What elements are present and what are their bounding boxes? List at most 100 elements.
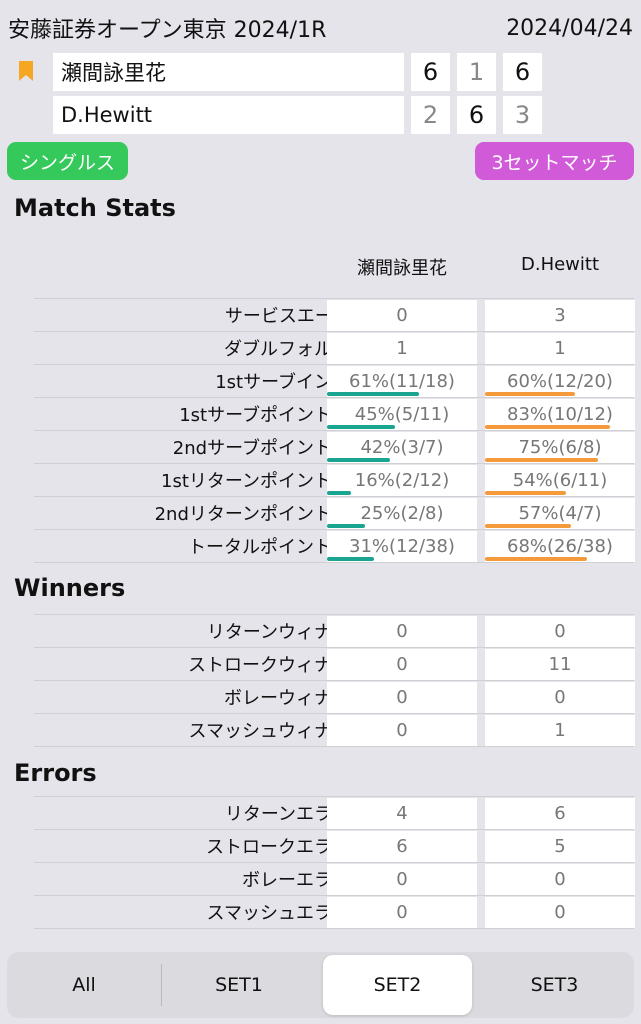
tab-set3[interactable]: SET3: [478, 955, 631, 1015]
player2-rate-bar: [485, 458, 598, 462]
stat-value-text: 68%(26/38): [507, 536, 613, 557]
player1-stat-value: 16%(2/12): [327, 465, 477, 496]
player1-rate-bar: [327, 458, 390, 462]
stat-value-text: 60%(12/20): [507, 371, 613, 392]
stat-value-text: 11: [548, 654, 572, 675]
set-tab-bar: All SET1 SET2 SET3: [7, 952, 634, 1018]
tournament-title: 安藤証券オープン東京 2024/1R: [8, 18, 327, 43]
set-score: 1: [457, 53, 496, 91]
player1-stat-value: 1: [327, 333, 477, 364]
player2-stat-value: 83%(10/12): [485, 399, 635, 430]
stat-value-text: 6: [396, 836, 408, 857]
stat-label: ストロークウィナー: [188, 655, 350, 676]
table-divider: [34, 746, 634, 747]
stat-row: リターンエラー 4 6: [34, 796, 635, 829]
player2-rate-bar: [485, 491, 566, 495]
stat-value-text: 5: [554, 836, 566, 857]
match-header: 安藤証券オープン東京 2024/1R 2024/04/24: [8, 10, 633, 46]
stat-value-text: 45%(5/11): [354, 404, 450, 425]
set-score: 6: [411, 53, 450, 91]
player1-stat-value: 0: [327, 715, 477, 746]
section-title-winners: Winners: [14, 574, 126, 602]
stat-value-text: 61%(11/18): [349, 371, 455, 392]
tab-all[interactable]: All: [10, 955, 158, 1015]
set-score: 3: [503, 96, 542, 134]
table-divider: [34, 928, 634, 929]
set-score: 6: [503, 53, 542, 91]
stat-value-text: 6: [554, 803, 566, 824]
player1-rate-bar: [327, 392, 419, 396]
stat-row: 2ndリターンポイント率 25%(2/8) 57%(4/7): [34, 496, 635, 529]
player1-stat-value: 45%(5/11): [327, 399, 477, 430]
stat-value-text: 0: [396, 720, 408, 741]
stat-value-text: 0: [396, 869, 408, 890]
player2-stat-value: 1: [485, 333, 635, 364]
player1-stat-value: 0: [327, 616, 477, 647]
tab-set2[interactable]: SET2: [323, 955, 472, 1015]
player2-stat-value: 0: [485, 897, 635, 928]
stat-value-text: 0: [396, 687, 408, 708]
stat-row: 1stサーブポイント率 45%(5/11) 83%(10/12): [34, 397, 635, 430]
player2-rate-bar: [485, 425, 610, 429]
player2-stat-value: 0: [485, 682, 635, 713]
player2-stat-value: 3: [485, 300, 635, 331]
player1-rate-bar: [327, 524, 365, 528]
stat-row: ストロークエラー 6 5: [34, 829, 635, 862]
tab-divider: [161, 964, 162, 1006]
table-divider: [34, 562, 634, 563]
stat-label: 1stサーブポイント率: [179, 405, 350, 426]
stat-row: サービスエース 0 3: [34, 298, 635, 331]
player1-rate-bar: [327, 425, 395, 429]
stat-value-text: 16%(2/12): [354, 470, 450, 491]
player1-stat-value: 0: [327, 682, 477, 713]
set-score: 2: [411, 96, 450, 134]
stat-label: トータルポイント率: [188, 537, 350, 558]
stat-row: 2ndサーブポイント率 42%(3/7) 75%(6/8): [34, 430, 635, 463]
player1-stat-value: 42%(3/7): [327, 432, 477, 463]
stat-value-text: 1: [396, 338, 408, 359]
stat-value-text: 0: [396, 305, 408, 326]
stat-row: 1stリターンポイント率 16%(2/12) 54%(6/11): [34, 463, 635, 496]
player1-stat-value: 0: [327, 897, 477, 928]
stat-value-text: 0: [554, 621, 566, 642]
stat-label: 2ndサーブポイント率: [172, 438, 350, 459]
player2-stat-value: 68%(26/38): [485, 531, 635, 562]
match-format-badge: 3セットマッチ: [475, 142, 634, 180]
player1-rate-bar: [327, 557, 374, 561]
stat-row: ダブルフォルト 1 1: [34, 331, 635, 364]
player2-stat-value: 1: [485, 715, 635, 746]
player-name: 瀬間詠里花: [53, 53, 404, 91]
section-title-match-stats: Match Stats: [14, 194, 176, 222]
singles-badge: シングルス: [7, 142, 128, 180]
tab-set1[interactable]: SET1: [164, 955, 314, 1015]
player1-rate-bar: [327, 491, 351, 495]
stat-value-text: 0: [554, 687, 566, 708]
stat-value-text: 1: [554, 720, 566, 741]
stat-row: スマッシュエラー 0 0: [34, 895, 635, 928]
player1-stat-value: 0: [327, 864, 477, 895]
stat-row: ストロークウィナー 0 11: [34, 647, 635, 680]
stat-value-text: 1: [554, 338, 566, 359]
set-score: 6: [457, 96, 496, 134]
stat-value-text: 54%(6/11): [512, 470, 608, 491]
player2-rate-bar: [485, 524, 571, 528]
stat-value-text: 0: [396, 621, 408, 642]
stat-value-text: 25%(2/8): [360, 503, 444, 524]
player1-stat-value: 25%(2/8): [327, 498, 477, 529]
player1-stat-value: 61%(11/18): [327, 366, 477, 397]
section-title-errors: Errors: [14, 759, 97, 787]
stat-label: スマッシュウィナー: [188, 721, 350, 742]
stat-row: ボレーエラー 0 0: [34, 862, 635, 895]
stat-value-text: 0: [396, 902, 408, 923]
column-header-player2: D.Hewitt: [520, 254, 600, 275]
stat-value-text: 0: [396, 654, 408, 675]
player2-stat-value: 6: [485, 798, 635, 829]
column-header-player1: 瀬間詠里花: [357, 258, 447, 279]
stat-row: 1stサーブイン率 61%(11/18) 60%(12/20): [34, 364, 635, 397]
stat-value-text: 4: [396, 803, 408, 824]
bookmark-icon[interactable]: [19, 61, 33, 81]
player1-stat-value: 31%(12/38): [327, 531, 477, 562]
stat-value-text: 75%(6/8): [518, 437, 602, 458]
player2-stat-value: 75%(6/8): [485, 432, 635, 463]
player2-stat-value: 0: [485, 616, 635, 647]
